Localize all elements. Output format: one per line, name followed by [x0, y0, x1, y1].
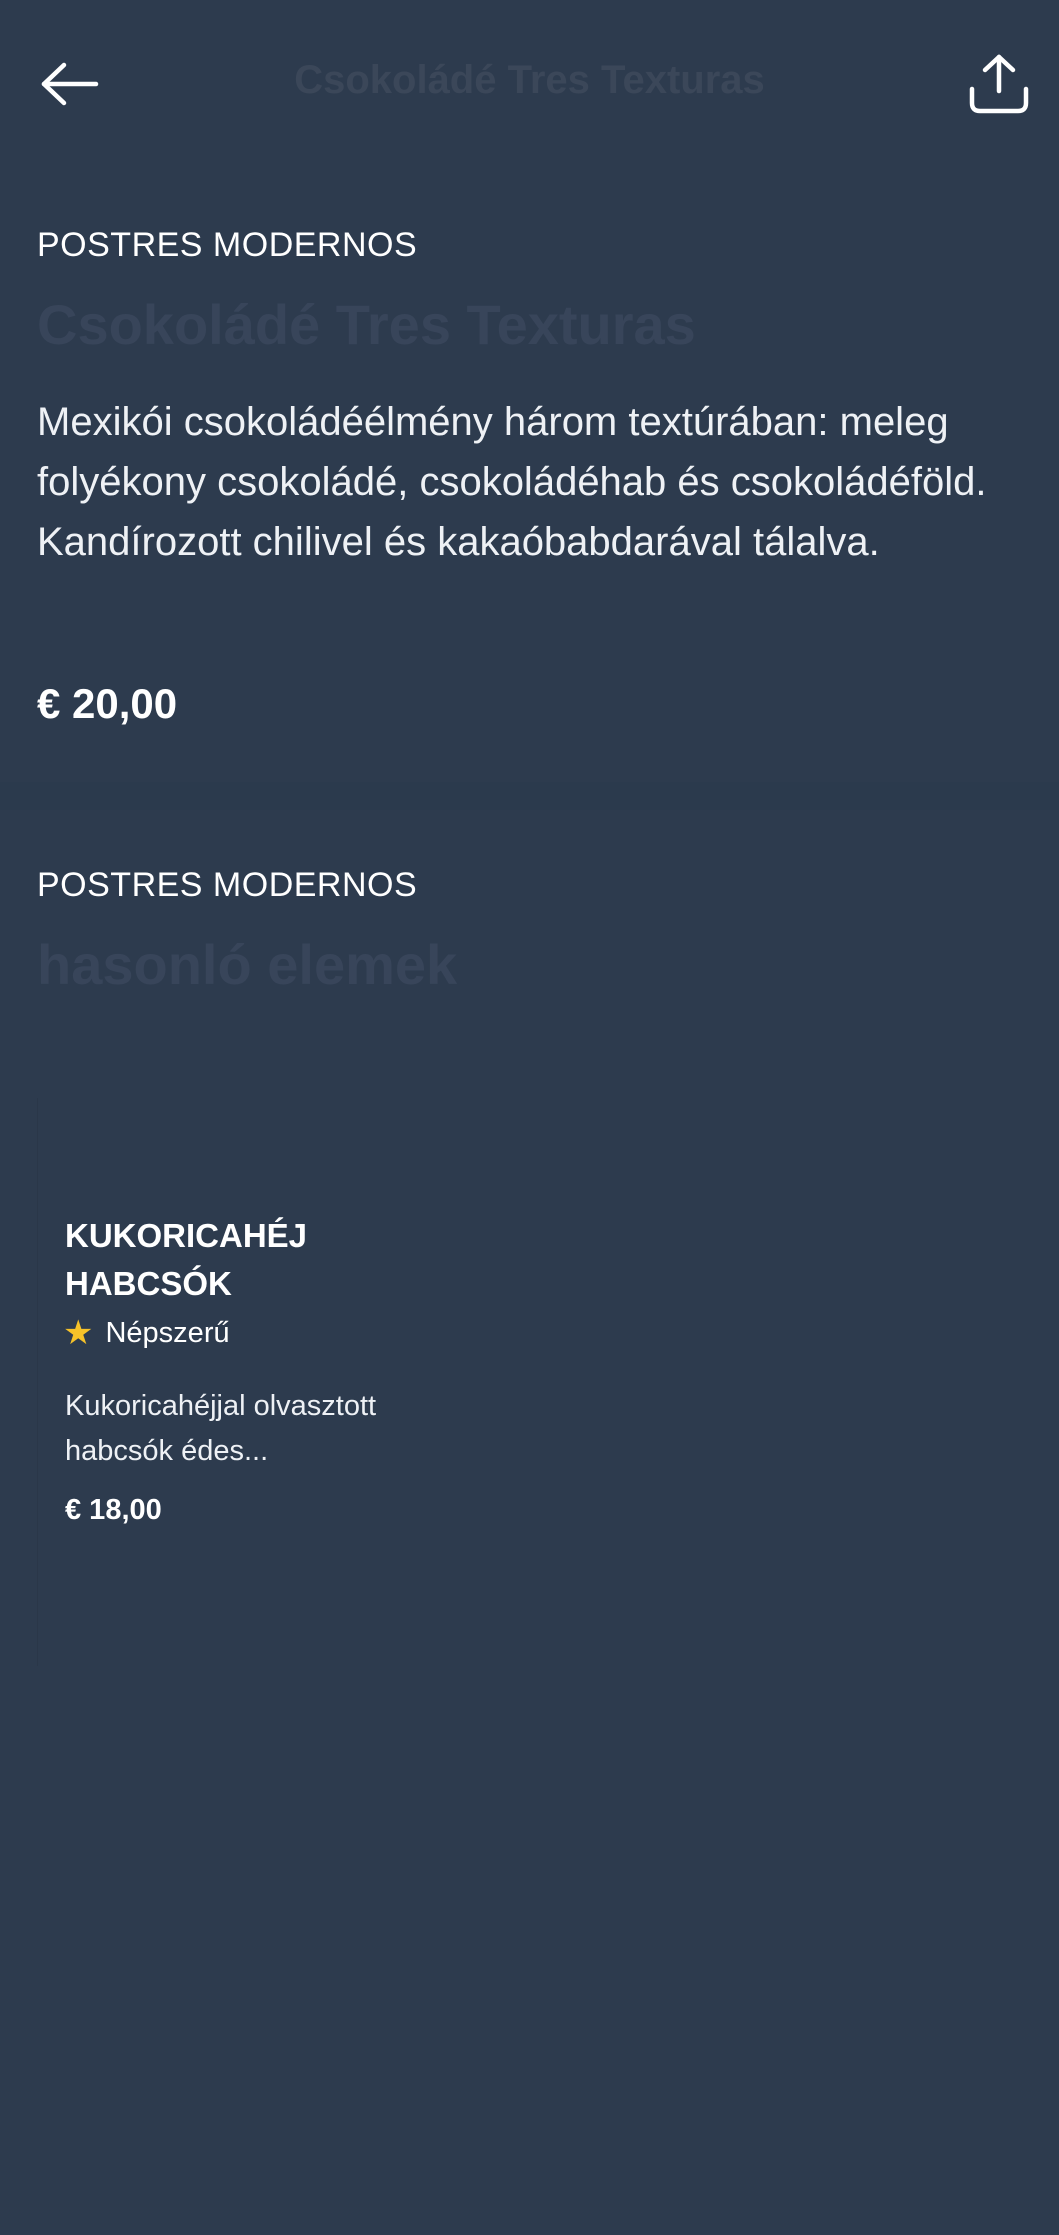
back-button[interactable]	[34, 52, 106, 116]
header-title: Csokoládé Tres Texturas	[294, 58, 765, 102]
popular-badge-label: Népszerű	[105, 1316, 230, 1349]
similar-item-description: Kukoricahéjjal olvasztott habcsók édes..…	[65, 1390, 377, 1467]
page: Csokoládé Tres Texturas POSTRES MODERNOS…	[0, 0, 1059, 2235]
section-divider	[0, 782, 1059, 810]
star-icon: ★	[63, 1314, 94, 1352]
similar-item-name: KUKORICAHÉJ HABCSÓK	[65, 1217, 308, 1302]
share-icon	[969, 54, 1029, 114]
similar-item-card[interactable]: KUKORICAHÉJ HABCSÓK ★ Népszerű Kukoricah…	[37, 1098, 489, 1666]
item-category: POSTRES MODERNOS	[37, 226, 418, 264]
item-description: Mexikói csokoládéélmény három textúrában…	[37, 400, 987, 564]
popular-badge: ★ Népszerű	[63, 1316, 230, 1350]
similar-items-section: POSTRES MODERNOS hasonló elemek KUKORICA…	[0, 810, 1059, 2235]
arrow-left-icon	[41, 62, 99, 106]
item-detail: POSTRES MODERNOS Csokoládé Tres Texturas…	[0, 170, 1059, 782]
similar-category: POSTRES MODERNOS	[37, 866, 418, 904]
similar-item-price: € 18,00	[65, 1494, 162, 1526]
item-price: € 20,00	[37, 680, 178, 727]
share-button[interactable]	[963, 48, 1035, 120]
item-title: Csokoládé Tres Texturas	[37, 293, 696, 356]
similar-title: hasonló elemek	[37, 933, 458, 996]
top-bar: Csokoládé Tres Texturas	[0, 0, 1059, 170]
